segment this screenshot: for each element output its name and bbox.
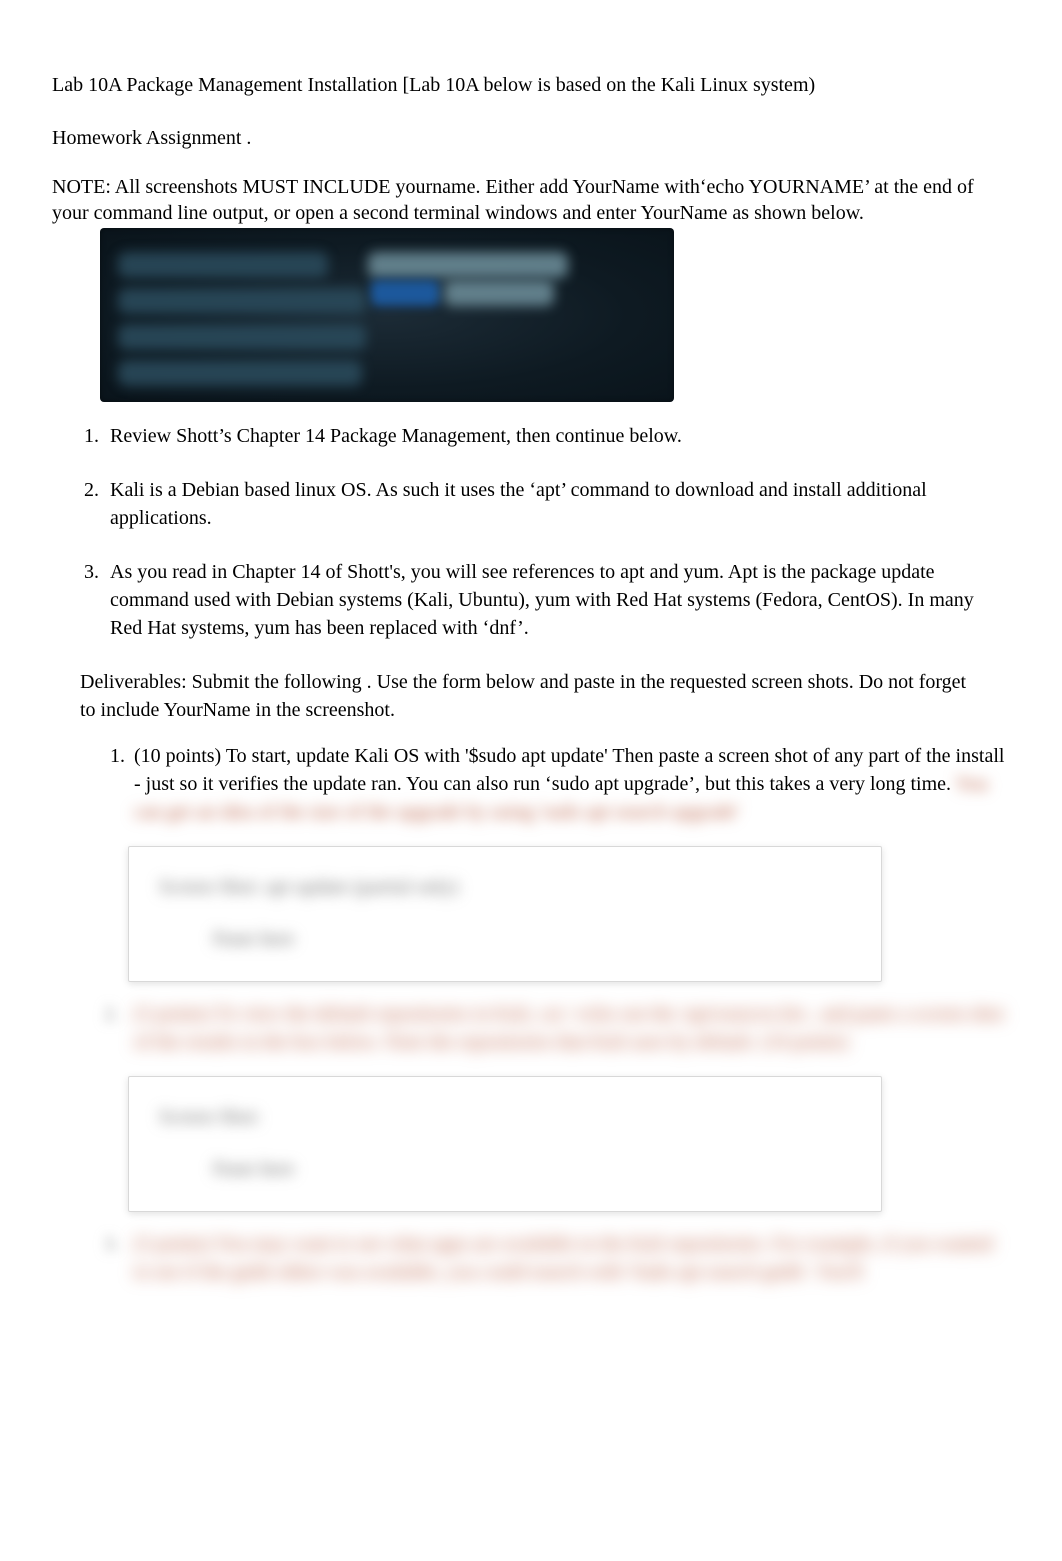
answer-2-label: Screen Shot: <box>159 1103 851 1131</box>
intro-item-3: As you read in Chapter 14 of Shott's, yo… <box>104 558 1010 642</box>
lab-title: Lab 10A Package Management Installation … <box>52 74 1010 97</box>
deliverables-list: (10 points) To start, update Kali OS wit… <box>52 742 1010 1286</box>
deliverable-1-text: (10 points) To start, update Kali OS wit… <box>134 745 1004 795</box>
paste-here-2: Paste here <box>213 1155 851 1183</box>
intro-item-2: Kali is a Debian based linux OS. As such… <box>104 476 1010 532</box>
answer-box-1: Screen Shot: apt update (partial only) P… <box>128 846 882 982</box>
deliverable-2: 2. (5 points) To view the default reposi… <box>130 1000 1010 1212</box>
deliverables-intro: Deliverables: Submit the following . Use… <box>80 668 982 724</box>
deliverable-1: (10 points) To start, update Kali OS wit… <box>130 742 1010 982</box>
note-paragraph: NOTE: All screenshots MUST INCLUDE yourn… <box>52 174 1010 226</box>
homework-subtitle: Homework Assignment . <box>52 127 1010 150</box>
deliverable-3: 3. (5 points) You may want to see what a… <box>130 1230 1010 1286</box>
answer-1-label: Screen Shot: apt update (partial only) <box>159 873 851 901</box>
intro-item-1: Review Shott’s Chapter 14 Package Manage… <box>104 422 1010 450</box>
document-page: Lab 10A Package Management Installation … <box>0 0 1062 1344</box>
deliverable-3-text: (5 points) You may want to see what apps… <box>134 1230 1010 1286</box>
deliverable-3-marker: 3. <box>104 1230 119 1258</box>
paste-here-1: Paste here <box>213 925 851 953</box>
deliverable-2-marker: 2. <box>104 1000 119 1028</box>
intro-ordered-list: Review Shott’s Chapter 14 Package Manage… <box>52 422 1010 642</box>
deliverable-2-text: (5 points) To view the default repositor… <box>134 1000 1010 1056</box>
terminal-screenshot-placeholder <box>100 228 674 402</box>
answer-box-2: Screen Shot: Paste here <box>128 1076 882 1212</box>
